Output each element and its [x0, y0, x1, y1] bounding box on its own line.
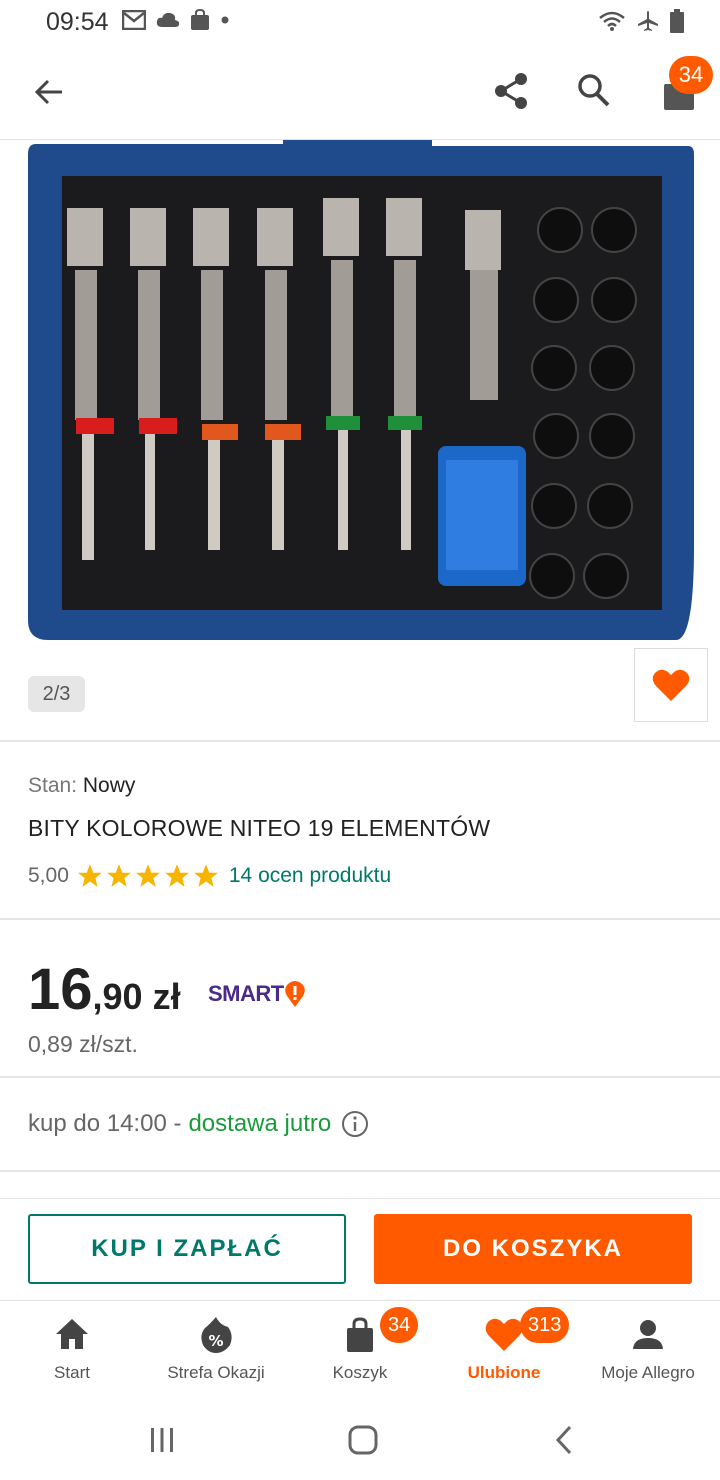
nav-label: Moje Allegro: [601, 1363, 695, 1382]
notification-icons: [122, 9, 230, 31]
nav-moje-allegro[interactable]: Moje Allegro: [576, 1301, 720, 1405]
wifi-icon: [599, 11, 625, 31]
price-currency: zł: [152, 976, 181, 1017]
price-decimal: ,90: [92, 976, 143, 1017]
nav-strefa-okazji[interactable]: % Strefa Okazji: [144, 1301, 288, 1405]
status-bar: 09:54: [0, 0, 720, 44]
heart-icon: [485, 1318, 523, 1351]
share-button[interactable]: [488, 68, 534, 114]
delivery-prefix: kup do 14:00 -: [28, 1110, 182, 1137]
divider: [0, 1170, 720, 1172]
rating-row: 5,00 14 ocen produktu: [28, 862, 391, 890]
recent-apps-icon[interactable]: [148, 1426, 176, 1454]
nav-label: Start: [54, 1363, 90, 1382]
price-integer: 16: [28, 957, 93, 1022]
buy-now-button[interactable]: KUP I ZAPŁAĆ: [28, 1214, 346, 1284]
search-button[interactable]: [571, 68, 617, 114]
product-image[interactable]: [0, 140, 720, 740]
mail-icon: [122, 10, 146, 30]
condition-label: Stan:: [28, 774, 78, 797]
favorites-badge: 313: [520, 1307, 570, 1343]
nav-ulubione[interactable]: Ulubione 313: [432, 1301, 576, 1405]
add-to-cart-button[interactable]: DO KOSZYKA: [374, 1214, 692, 1284]
star-icon: [135, 864, 160, 887]
product-photo: [28, 140, 694, 640]
smart-badge[interactable]: SMART: [208, 980, 306, 1008]
cloud-icon: [156, 12, 180, 27]
nav-label: Ulubione: [467, 1363, 541, 1382]
smart-label: SMART: [208, 981, 284, 1006]
status-time: 09:54: [46, 8, 109, 36]
arrow-left-icon: [34, 79, 62, 105]
deals-icon: %: [201, 1317, 232, 1353]
star-icon: [106, 864, 131, 887]
unit-price: 0,89 zł/szt.: [28, 1031, 138, 1057]
rating-stars: [77, 863, 219, 889]
star-icon: [77, 864, 102, 887]
divider: [0, 1198, 720, 1199]
image-counter: 2/3: [28, 676, 85, 712]
bottom-navigation: Start % Strefa Okazji Koszyk 34 Ulubione…: [0, 1300, 720, 1404]
star-icon: [193, 864, 218, 887]
delivery-highlight: dostawa jutro: [188, 1110, 332, 1137]
smart-pin-icon: [284, 981, 305, 1007]
nav-start[interactable]: Start: [0, 1301, 144, 1405]
airplane-icon: [638, 11, 658, 31]
user-icon: [633, 1320, 663, 1349]
star-icon: [164, 864, 189, 887]
product-condition: Stan: Nowy: [28, 774, 135, 798]
favorite-button[interactable]: [634, 648, 708, 722]
nav-label: Koszyk: [332, 1363, 388, 1382]
divider: [0, 918, 720, 920]
battery-icon: [670, 9, 684, 33]
nav-koszyk[interactable]: Koszyk 34: [288, 1301, 432, 1405]
system-navigation-bar: [0, 1404, 720, 1480]
back-nav-icon[interactable]: [552, 1424, 576, 1456]
ratings-link[interactable]: 14 ocen produktu: [229, 864, 391, 888]
back-button[interactable]: [24, 70, 74, 114]
product-title: BITY KOLOROWE NITEO 19 ELEMENTÓW: [28, 815, 491, 841]
svg-text:%: %: [208, 1332, 223, 1350]
divider: [0, 1076, 720, 1078]
divider: [0, 740, 720, 742]
price: 16 ,90 zł: [28, 956, 181, 1023]
share-icon: [495, 73, 527, 109]
condition-value: Nowy: [82, 774, 136, 797]
heart-icon: [652, 669, 690, 701]
bag-icon: [191, 9, 209, 30]
app-bar: [0, 44, 720, 140]
dot-icon: [221, 16, 229, 24]
bag-icon: [347, 1317, 373, 1352]
rating-value: 5,00: [28, 864, 69, 887]
search-icon: [578, 74, 610, 107]
cart-count-badge: 34: [669, 56, 713, 94]
system-icons: [598, 9, 684, 33]
cart-badge: 34: [380, 1307, 419, 1343]
info-icon[interactable]: [341, 1110, 369, 1138]
home-icon: [56, 1319, 88, 1349]
delivery-info: kup do 14:00 - dostawa jutro: [28, 1110, 369, 1138]
home-button-icon[interactable]: [347, 1424, 379, 1456]
nav-label: Strefa Okazji: [167, 1363, 265, 1382]
